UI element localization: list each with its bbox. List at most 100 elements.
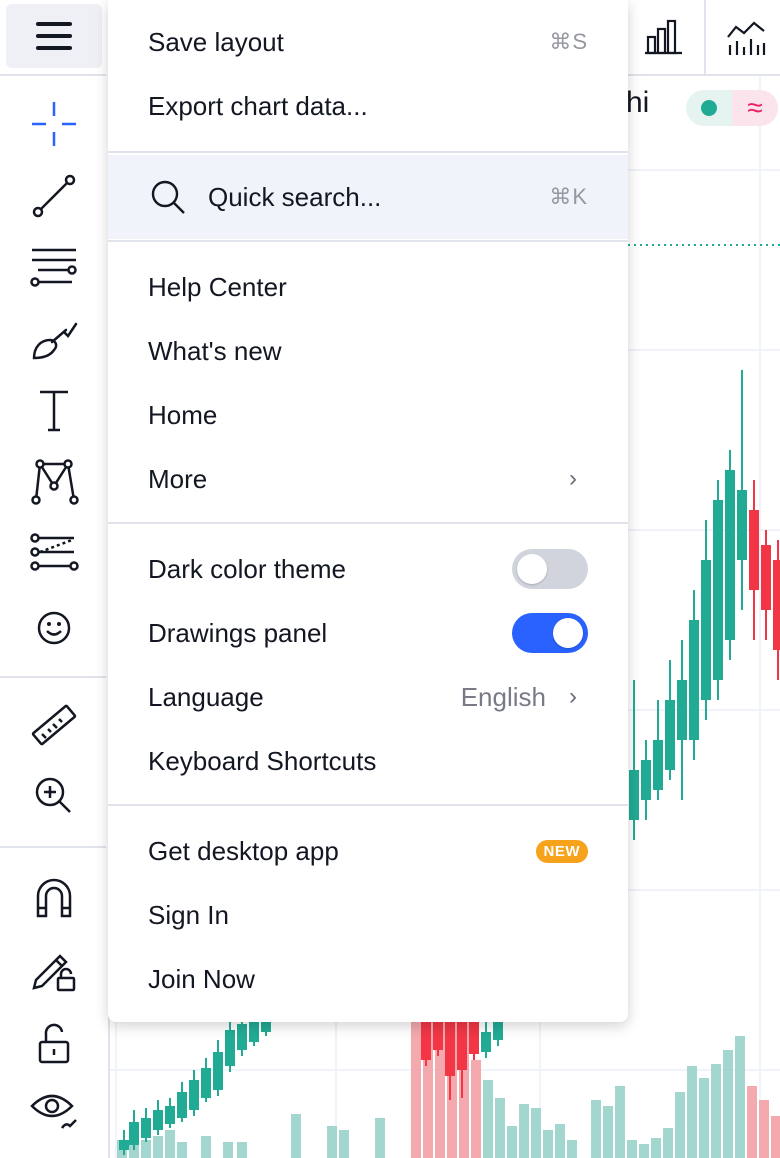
menu-item-dark-color-theme[interactable]: Dark color theme — [108, 537, 628, 601]
prediction-tool-button[interactable] — [6, 522, 102, 586]
candle — [433, 1022, 443, 1050]
candle — [201, 1068, 211, 1098]
drawing-toolbar — [0, 0, 110, 1158]
prediction-icon — [30, 533, 79, 571]
language-value: English — [460, 681, 546, 712]
toolbar-divider — [0, 676, 106, 678]
volume-bar — [651, 1138, 661, 1158]
volume-bar — [223, 1142, 233, 1158]
volume-bar — [627, 1140, 637, 1158]
lock-drawing-icon — [32, 954, 76, 992]
chart-type-button[interactable] — [628, 0, 700, 74]
volume-bar — [327, 1126, 337, 1158]
menu-item-label: Get desktop app — [148, 835, 339, 866]
crosshair-tool-button[interactable] — [6, 92, 102, 156]
menu-item-get-desktop-app[interactable]: Get desktop app NEW — [108, 819, 628, 883]
candle — [261, 1022, 271, 1032]
candle — [629, 770, 639, 820]
candle — [701, 560, 711, 700]
candle — [225, 1030, 235, 1066]
menu-item-shortcut: ⌘S — [549, 29, 588, 54]
menu-divider — [108, 240, 628, 242]
drawings-panel-toggle[interactable] — [512, 613, 588, 653]
eye-icon — [30, 1094, 77, 1129]
candle — [493, 1022, 503, 1040]
menu-item-label: What's new — [148, 335, 282, 366]
menu-item-label: Export chart data... — [148, 90, 368, 121]
indicators-icon — [727, 21, 766, 55]
dark-theme-toggle[interactable] — [512, 549, 588, 589]
menu-item-quick-search[interactable]: Quick search... ⌘K — [108, 155, 628, 239]
menu-item-sign-in[interactable]: Sign In — [108, 883, 628, 947]
delayed-data-icon: ≈ — [732, 90, 778, 126]
volume-bar — [723, 1050, 733, 1158]
volume-bar — [711, 1064, 721, 1158]
bar-chart-icon — [645, 19, 682, 55]
market-status-pill[interactable]: ≈ — [686, 90, 778, 126]
menu-item-label: Home — [148, 399, 218, 430]
candle — [713, 500, 723, 680]
menu-item-label: Sign In — [148, 899, 229, 930]
menu-item-keyboard-shortcuts[interactable]: Keyboard Shortcuts — [108, 729, 628, 793]
chevron-right-icon: › — [569, 683, 577, 710]
menu-item-more[interactable]: More › — [108, 447, 628, 511]
trend-line-icon — [32, 174, 76, 218]
menu-item-save-layout[interactable]: Save layout ⌘S — [108, 10, 628, 74]
text-icon — [40, 390, 68, 432]
zoom-in-icon — [35, 777, 71, 813]
volume-bar — [615, 1086, 625, 1158]
menu-item-home[interactable]: Home — [108, 383, 628, 447]
indicators-button[interactable] — [710, 0, 780, 74]
candle — [689, 620, 699, 740]
menu-item-drawings-panel[interactable]: Drawings panel — [108, 601, 628, 665]
volume-bar — [201, 1136, 211, 1158]
status-dot-icon — [701, 100, 717, 116]
candle — [773, 560, 780, 650]
lock-icon — [38, 1023, 70, 1064]
volume-bar — [141, 1140, 151, 1158]
measure-tool-button[interactable] — [6, 694, 102, 758]
fib-retracement-tool-button[interactable] — [6, 234, 102, 298]
volume-bar — [543, 1130, 553, 1158]
lock-drawings-button[interactable] — [6, 936, 102, 1000]
volume-bar — [771, 1116, 780, 1158]
brush-tool-button[interactable] — [6, 306, 102, 370]
candle — [445, 1022, 455, 1076]
emoji-tool-button[interactable] — [6, 596, 102, 660]
volume-bar — [165, 1130, 175, 1158]
volume-bar — [639, 1144, 649, 1158]
menu-item-shortcut: ⌘K — [549, 184, 588, 209]
hide-drawings-button[interactable] — [6, 1076, 102, 1140]
menu-item-whats-new[interactable]: What's new — [108, 319, 628, 383]
volume-bar — [507, 1126, 517, 1158]
volume-bar — [237, 1142, 247, 1158]
trend-line-tool-button[interactable] — [6, 164, 102, 228]
candle — [213, 1052, 223, 1090]
candle — [141, 1118, 151, 1138]
menu-item-label: Help Center — [148, 271, 287, 302]
menu-item-label: Save layout — [148, 26, 284, 57]
candle — [725, 470, 735, 640]
top-bar-divider — [704, 0, 706, 74]
lock-all-button[interactable] — [6, 1012, 102, 1076]
menu-item-join-now[interactable]: Join Now — [108, 947, 628, 1011]
volume-bar — [555, 1124, 565, 1158]
volume-bar — [483, 1080, 493, 1158]
menu-item-language[interactable]: Language English › — [108, 665, 628, 729]
menu-divider — [108, 522, 628, 524]
text-tool-button[interactable] — [6, 378, 102, 442]
menu-divider — [108, 151, 628, 153]
pattern-icon — [31, 459, 79, 505]
pattern-tool-button[interactable] — [6, 450, 102, 514]
candle — [457, 1022, 467, 1070]
magnet-mode-button[interactable] — [6, 864, 102, 928]
zoom-in-tool-button[interactable] — [6, 764, 102, 828]
menu-item-label: Quick search... — [208, 181, 382, 212]
candle — [237, 1024, 247, 1050]
magnet-icon — [36, 878, 72, 918]
candle — [177, 1092, 187, 1118]
menu-item-export-chart-data[interactable]: Export chart data... — [108, 74, 628, 138]
main-menu-button[interactable] — [6, 4, 102, 68]
menu-divider — [108, 804, 628, 806]
menu-item-help-center[interactable]: Help Center — [108, 255, 628, 319]
